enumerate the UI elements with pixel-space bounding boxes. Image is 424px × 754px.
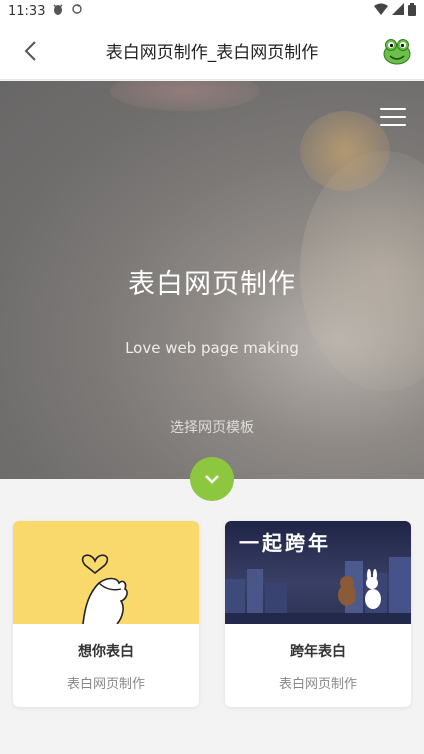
sync-icon <box>71 3 83 19</box>
choose-template-label[interactable]: 选择网页模板 <box>0 417 424 437</box>
menu-line <box>380 116 406 118</box>
chevron-down-icon <box>205 475 219 484</box>
hero-title: 表白网页制作 <box>128 269 296 300</box>
banner-text: 一起跨年 <box>239 531 331 555</box>
menu-button[interactable] <box>380 108 406 126</box>
scroll-down-button[interactable] <box>190 457 234 501</box>
template-thumbnail: 一起跨年 <box>225 521 411 624</box>
back-button[interactable] <box>16 37 44 65</box>
battery-icon <box>408 2 416 20</box>
template-subtitle: 表白网页制作 <box>66 677 145 692</box>
template-card[interactable]: 想你表白 表白网页制作 <box>13 521 199 707</box>
frog-icon[interactable] <box>382 36 412 66</box>
menu-line <box>380 124 406 126</box>
chevron-left-icon <box>24 41 36 61</box>
status-time: 11:33 <box>8 3 46 19</box>
heart-hand-icon <box>81 554 128 624</box>
page-title: 表白网页制作_表白网页制作 <box>105 43 319 63</box>
template-card[interactable]: 一起跨年 跨年表白 表白网页制作 <box>225 521 411 707</box>
template-title: 跨年表白 <box>290 644 346 660</box>
hero-subtitle: Love web page making <box>125 339 299 357</box>
signal-icon <box>392 3 404 19</box>
menu-line <box>380 108 406 110</box>
template-subtitle: 表白网页制作 <box>278 677 357 692</box>
wifi-icon <box>374 3 388 19</box>
status-bar: 11:33 <box>0 0 424 22</box>
bug-icon <box>51 2 65 20</box>
template-thumbnail <box>13 521 199 624</box>
template-title: 想你表白 <box>78 644 134 660</box>
app-header: 表白网页制作_表白网页制作 <box>0 22 424 80</box>
